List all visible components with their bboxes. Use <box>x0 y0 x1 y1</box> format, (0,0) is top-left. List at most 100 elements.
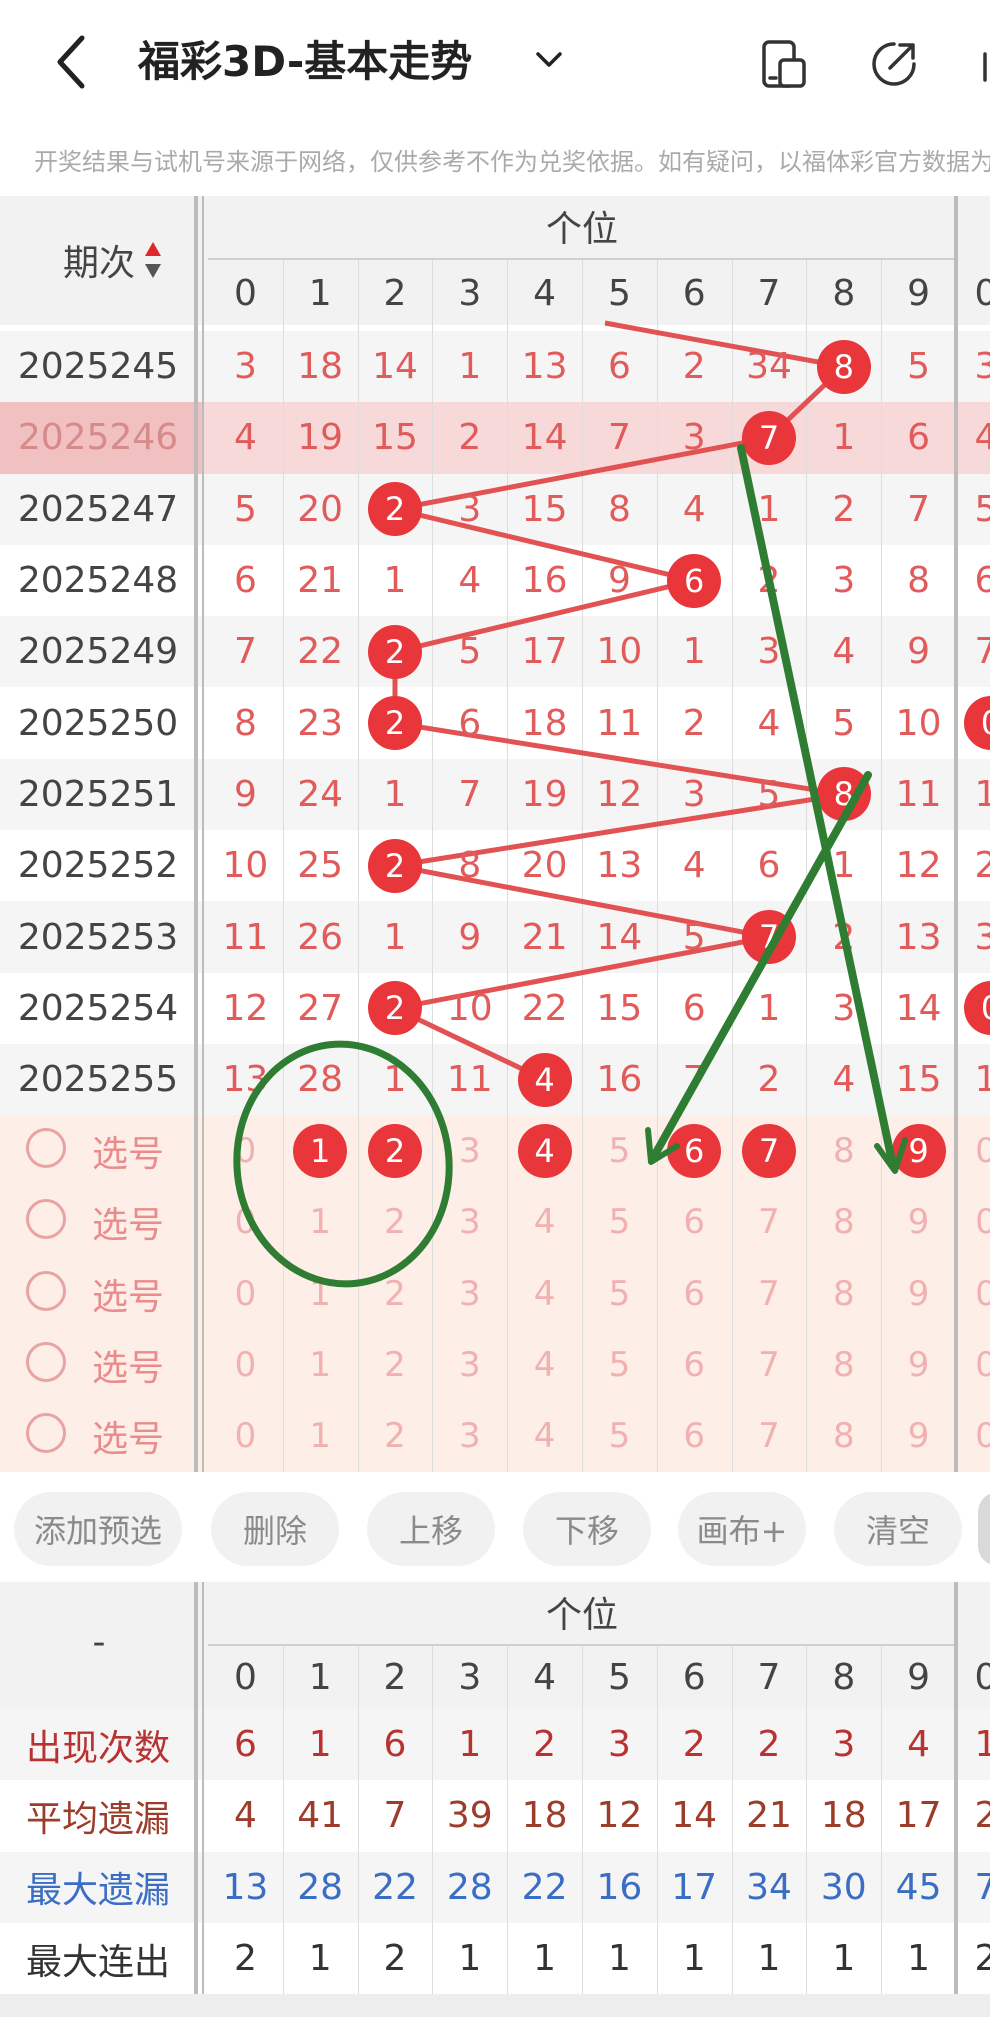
select-number[interactable]: 6 <box>657 1187 732 1258</box>
drawn-number-ball[interactable]: 6 <box>667 553 722 608</box>
canvas-plus-button[interactable]: 画布+ <box>678 1492 806 1566</box>
select-label[interactable]: 选号 <box>78 1115 178 1186</box>
drawn-number-ball[interactable]: 7 <box>742 410 796 465</box>
select-number[interactable]: 3 <box>432 1401 507 1472</box>
back-arrow-icon[interactable] <box>48 28 98 96</box>
select-number[interactable]: 4 <box>507 1187 582 1258</box>
select-label[interactable]: 选号 <box>78 1401 178 1472</box>
drawn-number-ball[interactable]: 2 <box>368 838 422 893</box>
select-label[interactable]: 选号 <box>78 1187 178 1258</box>
select-number[interactable]: 9 <box>881 1187 956 1258</box>
drawn-number-ball[interactable]: 2 <box>368 981 422 1036</box>
select-number[interactable]: 4 <box>507 1258 582 1329</box>
miss-count: 10 <box>895 702 942 744</box>
select-number[interactable]: 9 <box>881 1401 956 1472</box>
selected-number-ball[interactable]: 9 <box>891 1123 946 1178</box>
select-number[interactable]: 1 <box>283 1258 358 1329</box>
selected-number-ball[interactable]: 2 <box>368 1123 422 1178</box>
select-number[interactable]: 3 <box>432 1258 507 1329</box>
position-header: 个位 <box>545 209 618 250</box>
select-number[interactable]: 6 <box>657 1329 732 1400</box>
select-number[interactable]: 8 <box>806 1401 881 1472</box>
selected-number-ball[interactable]: 4 <box>517 1123 572 1178</box>
select-number[interactable]: 7 <box>732 1329 807 1400</box>
select-number[interactable]: 2 <box>358 1187 433 1258</box>
select-number[interactable]: 6 <box>657 1258 732 1329</box>
selected-number-ball[interactable]: 1 <box>293 1123 348 1178</box>
select-number[interactable]: 7 <box>732 1401 807 1472</box>
select-number[interactable]: 8 <box>806 1258 881 1329</box>
select-number[interactable]: 5 <box>582 1115 657 1186</box>
select-number[interactable]: 1 <box>283 1187 358 1258</box>
select-number[interactable]: 3 <box>432 1115 507 1186</box>
clear-button[interactable]: 清空 <box>834 1492 962 1566</box>
period-header[interactable]: 期次 <box>0 220 198 300</box>
select-number[interactable]: 2 <box>358 1401 433 1472</box>
selected-number-ball[interactable]: 6 <box>667 1123 722 1178</box>
digit-header: 0 <box>974 1656 990 1698</box>
select-number[interactable]: 7 <box>732 1258 807 1329</box>
select-number[interactable]: 0 <box>208 1187 283 1258</box>
move-up-button[interactable]: 上移 <box>367 1492 495 1566</box>
digit-header: 2 <box>383 272 407 314</box>
chevron-down-icon[interactable] <box>535 48 563 72</box>
select-number[interactable]: 0 <box>966 1115 990 1186</box>
period-label: 2025246 <box>17 417 179 459</box>
select-number[interactable]: 1 <box>283 1329 358 1400</box>
miss-count: 22 <box>521 987 568 1029</box>
select-label[interactable]: 选号 <box>78 1329 178 1400</box>
select-number[interactable]: 5 <box>582 1401 657 1472</box>
selected-number-ball[interactable]: 7 <box>742 1123 796 1178</box>
drawn-number-ball[interactable]: 8 <box>816 339 871 394</box>
select-number[interactable]: 0 <box>966 1187 990 1258</box>
drawn-number-ball[interactable]: 2 <box>368 696 422 751</box>
select-number[interactable]: 9 <box>881 1329 956 1400</box>
select-radio[interactable] <box>26 1127 66 1168</box>
select-number[interactable]: 9 <box>881 1258 956 1329</box>
miss-count: 28 <box>297 1059 344 1101</box>
select-number[interactable]: 5 <box>582 1187 657 1258</box>
move-down-button[interactable]: 下移 <box>523 1492 651 1566</box>
select-number[interactable]: 8 <box>806 1329 881 1400</box>
select-number[interactable]: 4 <box>507 1329 582 1400</box>
layout-icon[interactable] <box>758 38 810 90</box>
select-number[interactable]: 7 <box>732 1187 807 1258</box>
select-number[interactable]: 0 <box>966 1401 990 1472</box>
select-number[interactable]: 3 <box>432 1187 507 1258</box>
select-radio[interactable] <box>26 1341 66 1382</box>
select-number[interactable]: 8 <box>806 1187 881 1258</box>
select-number[interactable]: 0 <box>966 1258 990 1329</box>
drawn-number-ball[interactable]: 8 <box>816 767 871 822</box>
select-number[interactable]: 0 <box>208 1258 283 1329</box>
select-number[interactable]: 0 <box>208 1401 283 1472</box>
stats-value: 1 <box>458 1724 482 1766</box>
select-number[interactable]: 5 <box>582 1258 657 1329</box>
delete-button[interactable]: 删除 <box>211 1492 339 1566</box>
select-number[interactable]: 0 <box>208 1329 283 1400</box>
more-button[interactable] <box>978 1492 990 1566</box>
select-number[interactable]: 1 <box>283 1401 358 1472</box>
drawn-number-ball[interactable]: 2 <box>368 624 422 679</box>
drawn-number-ball[interactable]: 4 <box>517 1052 572 1107</box>
select-label[interactable]: 选号 <box>78 1258 178 1329</box>
select-radio[interactable] <box>26 1270 66 1311</box>
add-preselect-button[interactable]: 添加预选 <box>14 1492 182 1566</box>
select-number[interactable]: 0 <box>966 1329 990 1400</box>
select-radio[interactable] <box>26 1413 66 1454</box>
drawn-number-ball[interactable]: 7 <box>742 910 796 965</box>
select-number[interactable]: 4 <box>507 1401 582 1472</box>
sort-arrows-icon[interactable] <box>144 240 162 280</box>
drawn-number-ball[interactable]: 2 <box>368 482 422 537</box>
select-number[interactable]: 3 <box>432 1329 507 1400</box>
more-icon[interactable] <box>978 52 990 82</box>
select-radio[interactable] <box>26 1199 66 1240</box>
select-number[interactable]: 2 <box>358 1329 433 1400</box>
select-number[interactable]: 2 <box>358 1258 433 1329</box>
select-number[interactable]: 5 <box>582 1329 657 1400</box>
share-icon[interactable] <box>868 38 920 90</box>
select-number[interactable]: 8 <box>806 1115 881 1186</box>
select-number[interactable]: 6 <box>657 1401 732 1472</box>
stats-value: 34 <box>746 1866 792 1908</box>
page-title[interactable]: 福彩3D-基本走势 <box>138 30 472 94</box>
select-number[interactable]: 0 <box>208 1115 283 1186</box>
